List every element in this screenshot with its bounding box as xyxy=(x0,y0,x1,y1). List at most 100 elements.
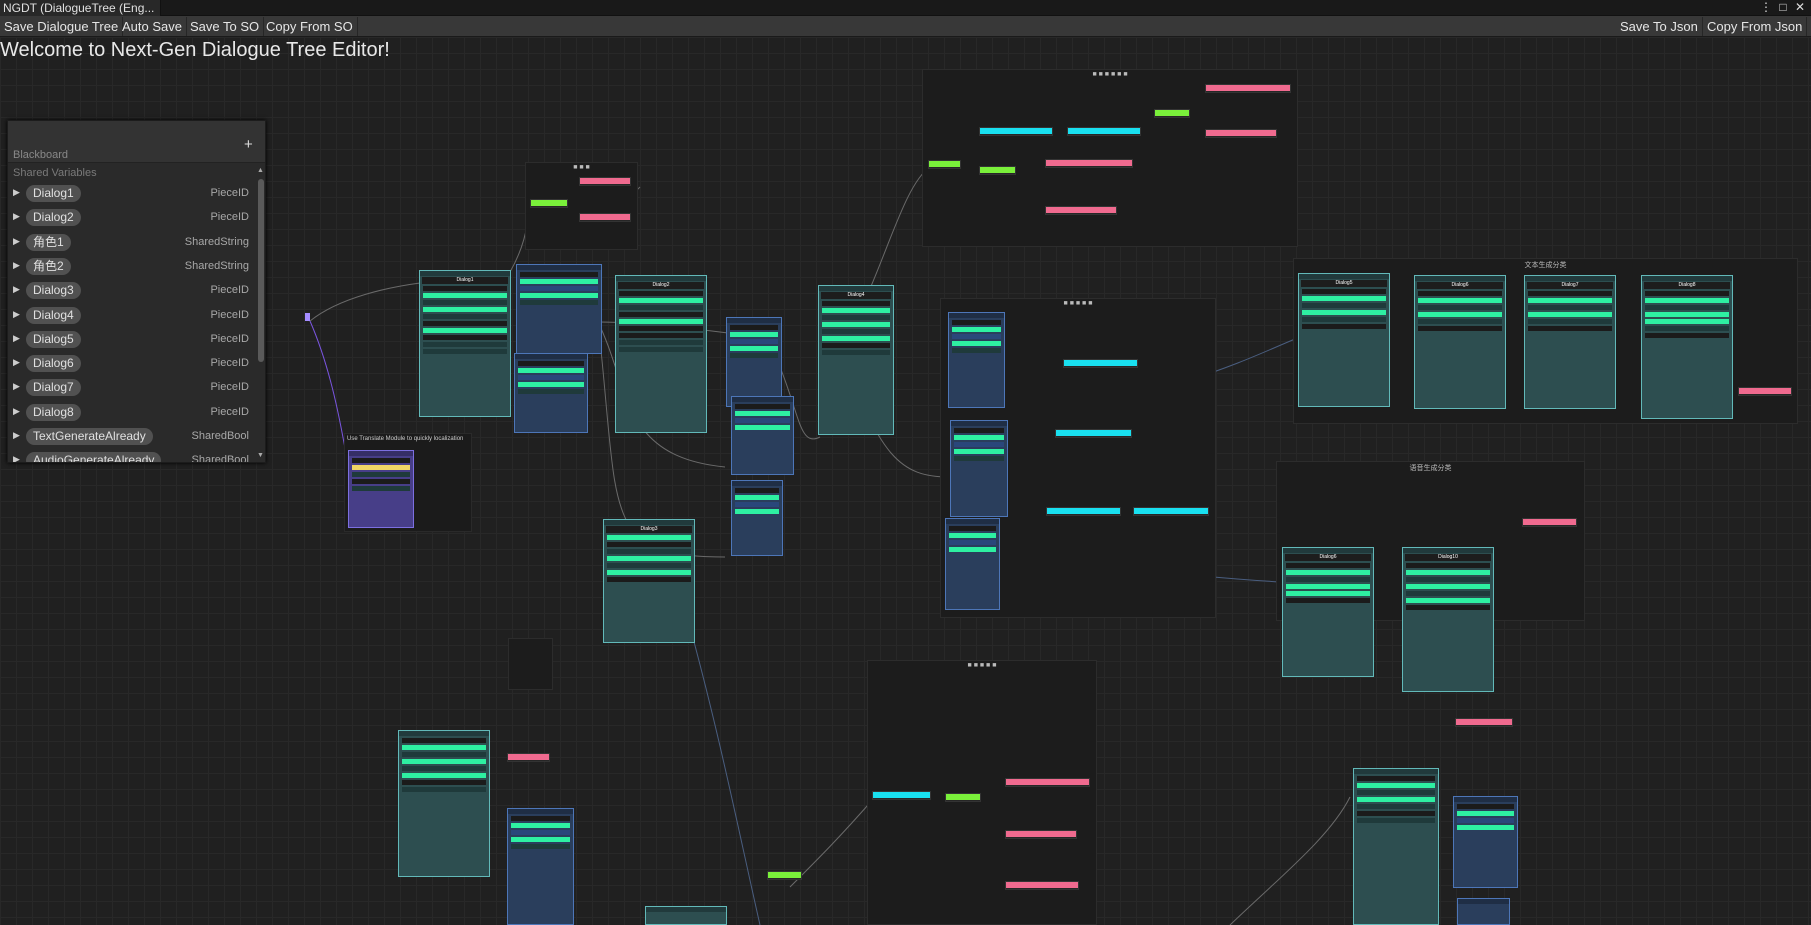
dialog-node[interactable]: Dialog1 xyxy=(419,270,511,417)
shared-variable-item[interactable]: ▶ Dialog7 PieceID xyxy=(8,377,255,399)
group-frame[interactable]: ■ ■ ■ ■ ■ ■ xyxy=(922,69,1298,247)
save-to-so-button[interactable]: Save To SO xyxy=(186,17,265,36)
dialog-node[interactable]: Dialog2 xyxy=(615,275,707,433)
variable-name[interactable]: AudioGenerateAlready xyxy=(26,452,162,462)
expand-arrow-icon[interactable]: ▶ xyxy=(13,430,20,441)
variable-name[interactable]: Dialog3 xyxy=(26,282,81,299)
shared-variable-item[interactable]: ▶ TextGenerateAlready SharedBool xyxy=(8,426,255,448)
plus-icon[interactable]: + xyxy=(244,136,253,153)
dialog-node[interactable]: Dialog3 xyxy=(603,519,695,643)
dialog-node[interactable]: Dialog7 xyxy=(1524,275,1616,409)
action-node[interactable] xyxy=(1133,507,1209,516)
scroll-up-arrow-icon[interactable]: ▲ xyxy=(257,167,264,174)
close-icon[interactable]: ✕ xyxy=(1793,0,1807,16)
translate-node[interactable] xyxy=(348,450,414,528)
variable-name[interactable]: Dialog8 xyxy=(26,404,81,421)
selector-node[interactable] xyxy=(1154,109,1190,118)
selector-node[interactable] xyxy=(945,793,981,802)
condition-node[interactable] xyxy=(579,213,631,222)
expand-arrow-icon[interactable]: ▶ xyxy=(13,211,20,222)
copy-from-json-button[interactable]: Copy From Json xyxy=(1703,17,1808,36)
shared-variable-item[interactable]: ▶ Dialog3 PieceID xyxy=(8,280,255,302)
variable-name[interactable]: Dialog6 xyxy=(26,355,81,372)
option-node[interactable] xyxy=(945,518,1000,610)
dialog-node[interactable]: Dialog8 xyxy=(1641,275,1733,419)
shared-variable-item[interactable]: ▶ Dialog5 PieceID xyxy=(8,329,255,351)
copy-from-so-button[interactable]: Copy From SO xyxy=(262,17,358,36)
dialog-node[interactable] xyxy=(645,906,727,925)
expand-arrow-icon[interactable]: ▶ xyxy=(13,333,20,344)
condition-node[interactable] xyxy=(1205,129,1277,138)
window-tab[interactable]: NGDT (DialogueTree (Eng... xyxy=(0,0,162,16)
option-node[interactable] xyxy=(731,480,783,556)
scroll-down-arrow-icon[interactable]: ▼ xyxy=(257,452,264,459)
expand-arrow-icon[interactable]: ▶ xyxy=(13,454,20,462)
expand-arrow-icon[interactable]: ▶ xyxy=(13,284,20,295)
action-node[interactable] xyxy=(1063,359,1138,368)
blackboard-scrollbar[interactable]: ▲ ▼ xyxy=(256,166,265,462)
save-dialogue-tree-button[interactable]: Save Dialogue Tree xyxy=(0,17,124,36)
dialog-node[interactable]: Dialog4 xyxy=(818,285,894,435)
save-to-json-button[interactable]: Save To Json xyxy=(1616,17,1703,36)
option-node[interactable] xyxy=(516,264,602,354)
auto-save-toggle[interactable]: Auto Save xyxy=(118,17,187,36)
shared-variable-item[interactable]: ▶ 角色2 SharedString xyxy=(8,256,255,278)
dialog-node[interactable]: Dialog10 xyxy=(1402,547,1494,692)
scrollbar-thumb[interactable] xyxy=(258,179,264,362)
option-node[interactable] xyxy=(731,396,794,475)
variable-name[interactable]: Dialog2 xyxy=(26,209,81,226)
expand-arrow-icon[interactable]: ▶ xyxy=(13,357,20,368)
condition-node[interactable] xyxy=(1045,159,1133,168)
dialog-node[interactable] xyxy=(398,730,490,877)
action-node[interactable] xyxy=(872,791,931,800)
shared-variable-item[interactable]: ▶ Dialog1 PieceID xyxy=(8,183,255,205)
graph-canvas[interactable]: Welcome to Next-Gen Dialogue Tree Editor… xyxy=(0,37,1811,925)
expand-arrow-icon[interactable]: ▶ xyxy=(13,406,20,417)
shared-variable-item[interactable]: ▶ Dialog4 PieceID xyxy=(8,305,255,327)
variable-name[interactable]: 角色1 xyxy=(26,234,71,251)
condition-node[interactable] xyxy=(1205,84,1291,93)
output-port[interactable] xyxy=(305,313,310,321)
variable-name[interactable]: Dialog5 xyxy=(26,331,81,348)
variable-name[interactable]: Dialog1 xyxy=(26,185,81,202)
shared-variable-item[interactable]: ▶ AudioGenerateAlready SharedBool xyxy=(8,450,255,462)
condition-node[interactable] xyxy=(1045,206,1117,215)
expand-arrow-icon[interactable]: ▶ xyxy=(13,187,20,198)
condition-node[interactable] xyxy=(1005,778,1090,787)
expand-arrow-icon[interactable]: ▶ xyxy=(13,260,20,271)
maximize-icon[interactable]: □ xyxy=(1776,0,1790,16)
condition-node[interactable] xyxy=(1455,718,1513,727)
kebab-menu-icon[interactable]: ⋮ xyxy=(1759,0,1773,16)
option-node[interactable] xyxy=(950,420,1008,517)
expand-arrow-icon[interactable]: ▶ xyxy=(13,309,20,320)
selector-node[interactable] xyxy=(979,166,1016,175)
group-frame[interactable] xyxy=(508,638,553,690)
expand-arrow-icon[interactable]: ▶ xyxy=(13,381,20,392)
action-node[interactable] xyxy=(1046,507,1121,516)
shared-variable-item[interactable]: ▶ Dialog8 PieceID xyxy=(8,402,255,424)
shared-variable-item[interactable]: ▶ Dialog2 PieceID xyxy=(8,207,255,229)
variable-name[interactable]: Dialog4 xyxy=(26,307,81,324)
condition-node[interactable] xyxy=(579,177,631,186)
variable-name[interactable]: TextGenerateAlready xyxy=(26,428,153,445)
option-node[interactable] xyxy=(948,312,1005,408)
option-node[interactable] xyxy=(507,808,574,925)
dialog-node[interactable]: Dialog5 xyxy=(1298,273,1390,407)
selector-node[interactable] xyxy=(530,199,568,208)
option-node[interactable] xyxy=(1457,898,1510,925)
condition-node[interactable] xyxy=(1005,881,1079,890)
shared-variable-item[interactable]: ▶ 角色1 SharedString xyxy=(8,232,255,254)
blackboard-panel[interactable]: Blackboard + Shared Variables ▶ Dialog1 Pi… xyxy=(7,120,266,463)
option-node[interactable] xyxy=(726,317,782,407)
condition-node[interactable] xyxy=(1005,830,1077,839)
condition-node[interactable] xyxy=(507,753,550,762)
dialog-node[interactable]: Dialog6 xyxy=(1414,275,1506,409)
expand-arrow-icon[interactable]: ▶ xyxy=(13,236,20,247)
selector-node[interactable] xyxy=(767,871,802,880)
action-node[interactable] xyxy=(1067,127,1141,136)
selector-node[interactable] xyxy=(928,160,961,169)
action-node[interactable] xyxy=(1055,429,1132,438)
option-node[interactable] xyxy=(514,353,588,433)
dialog-node[interactable]: Dialog6 xyxy=(1282,547,1374,677)
dialog-node[interactable] xyxy=(1353,768,1439,925)
